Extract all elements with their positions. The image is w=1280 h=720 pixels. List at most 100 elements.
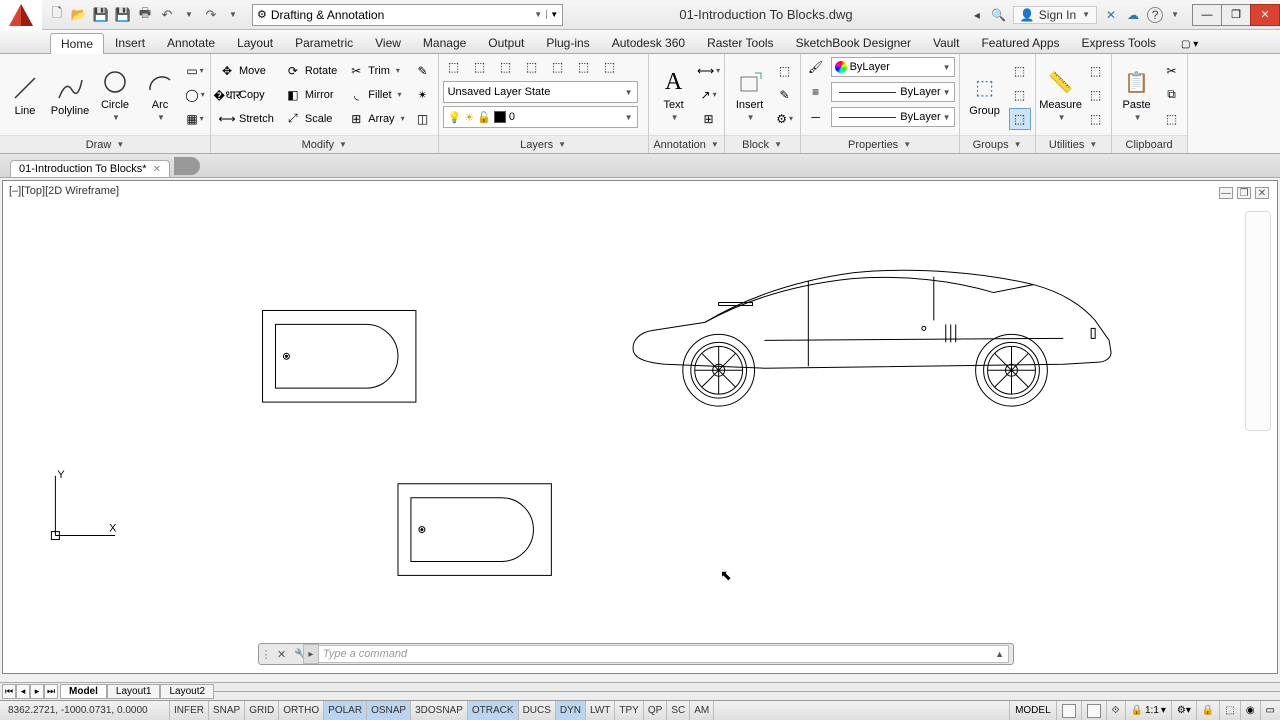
snap-display-button[interactable]: [1081, 701, 1106, 720]
menu-tab-home[interactable]: Home: [50, 33, 104, 54]
stretch-button[interactable]: ⟷Stretch: [215, 108, 278, 130]
layout-tab-model[interactable]: Model: [60, 684, 107, 699]
measure-button[interactable]: 📏Measure▼: [1040, 57, 1082, 133]
dim-linear-button[interactable]: ⟷▾: [698, 60, 720, 82]
scale-button[interactable]: 🔒 1:1 ▾: [1125, 701, 1171, 720]
hatch-button[interactable]: ▦▾: [184, 108, 206, 130]
nav-left-icon[interactable]: ◂: [969, 7, 985, 23]
create-block-button[interactable]: ⬚: [774, 60, 796, 82]
layer-state-dropdown[interactable]: Unsaved Layer State▼: [443, 81, 638, 103]
ribbon-minimize-button[interactable]: ▢ ▾: [1175, 36, 1204, 53]
table-button[interactable]: ⊞: [698, 108, 720, 130]
move-button[interactable]: ✥Move: [215, 60, 278, 82]
group-edit-button[interactable]: ⬚: [1009, 84, 1031, 106]
layout-tab-layout1[interactable]: Layout1: [107, 684, 161, 699]
layout-prev-icon[interactable]: ◂: [16, 684, 30, 699]
exchange-icon[interactable]: ✕: [1103, 7, 1119, 23]
toggle-3dosnap[interactable]: 3DOSNAP: [411, 701, 468, 720]
trim-button[interactable]: ✂Trim▾: [344, 60, 408, 82]
text-button[interactable]: AText▼: [653, 57, 695, 133]
layer-match-button[interactable]: ⬚: [599, 56, 621, 78]
fillet-button[interactable]: ◟Fillet▾: [344, 84, 408, 106]
color-dropdown[interactable]: ByLayer▼: [831, 57, 955, 77]
cmd-history-icon[interactable]: ▲: [995, 649, 1004, 659]
panel-block-title[interactable]: Block▼: [725, 135, 800, 153]
match-button[interactable]: ⬚: [1161, 108, 1183, 130]
insert-button[interactable]: Insert▼: [729, 57, 771, 133]
menu-tab-vault[interactable]: Vault: [922, 32, 970, 53]
redo-dd-icon[interactable]: ▼: [224, 6, 242, 24]
menu-tab-express-tools[interactable]: Express Tools: [1071, 32, 1167, 53]
open-icon[interactable]: 📂: [70, 6, 88, 24]
panel-utilities-title[interactable]: Utilities▼: [1036, 135, 1111, 153]
workspace-switch-button[interactable]: ⚙▾: [1171, 701, 1196, 720]
quick-select-button[interactable]: ⬚: [1085, 84, 1107, 106]
toggle-osnap[interactable]: OSNAP: [367, 701, 411, 720]
saveas-icon[interactable]: 💾: [114, 6, 132, 24]
hardware-accel-button[interactable]: ⬚: [1219, 701, 1239, 720]
toggle-sc[interactable]: SC: [667, 701, 690, 720]
new-tab-button[interactable]: [174, 157, 200, 175]
panel-annotation-title[interactable]: Annotation▼: [649, 135, 724, 153]
layer-off-button[interactable]: ⬚: [547, 56, 569, 78]
leader-button[interactable]: ↗▾: [698, 84, 720, 106]
menu-tab-view[interactable]: View: [364, 32, 412, 53]
isolate-button[interactable]: ◉: [1240, 701, 1260, 720]
search-icon[interactable]: 🔍: [991, 7, 1007, 23]
new-icon[interactable]: 🗋: [48, 6, 66, 24]
undo-dd-icon[interactable]: ▼: [180, 6, 198, 24]
toggle-snap[interactable]: SNAP: [209, 701, 245, 720]
document-tab[interactable]: 01-Introduction To Blocks* ✕: [10, 160, 170, 177]
toggle-grid[interactable]: GRID: [245, 701, 279, 720]
panel-layers-title[interactable]: Layers▼: [439, 135, 648, 153]
panel-draw-title[interactable]: Draw▼: [0, 135, 210, 153]
command-line[interactable]: ⋮ ✕ 🔧 Type a command ▲: [258, 643, 1014, 665]
layer-lock-button[interactable]: ⬚: [573, 56, 595, 78]
polyline-button[interactable]: Polyline: [49, 57, 91, 133]
layer-current-dropdown[interactable]: 💡 ☀ 🔓 0 ▼: [443, 106, 638, 128]
group-bbox-button[interactable]: ⬚: [1009, 108, 1031, 130]
rotate-button[interactable]: ⟳Rotate: [281, 60, 341, 82]
plot-icon[interactable]: 🖶: [136, 6, 154, 24]
layout-last-icon[interactable]: ⏭: [44, 684, 58, 699]
redo-icon[interactable]: ↷: [202, 6, 220, 24]
cmd-close-icon[interactable]: ✕: [273, 648, 290, 661]
ellipse-button[interactable]: ◯▾: [184, 84, 206, 106]
workspace-flyout-icon[interactable]: ▼: [546, 10, 558, 19]
line-button[interactable]: Line: [4, 57, 46, 133]
scale-button[interactable]: ⤢Scale: [281, 108, 341, 130]
layer-freeze-button[interactable]: ⬚: [521, 56, 543, 78]
block-attr-button[interactable]: ⚙▾: [774, 108, 796, 130]
offset-button[interactable]: ◫: [412, 108, 434, 130]
close-button[interactable]: ✕: [1250, 4, 1280, 26]
toggle-ortho[interactable]: ORTHO: [279, 701, 324, 720]
edit-block-button[interactable]: ✎: [774, 84, 796, 106]
menu-tab-plug-ins[interactable]: Plug-ins: [535, 32, 600, 53]
menu-tab-featured-apps[interactable]: Featured Apps: [970, 32, 1070, 53]
layer-iso-button[interactable]: ⬚: [495, 56, 517, 78]
calc-button[interactable]: ⬚: [1085, 108, 1107, 130]
copy-button[interactable]: �धारCopy: [215, 84, 278, 106]
circle-button[interactable]: Circle▼: [94, 57, 136, 133]
help-icon[interactable]: ?: [1147, 7, 1163, 23]
toggle-lwt[interactable]: LWT: [586, 701, 615, 720]
menu-tab-autodesk-360[interactable]: Autodesk 360: [601, 32, 696, 53]
lineweight-dropdown[interactable]: ByLayer▼: [831, 82, 955, 102]
menu-tab-parametric[interactable]: Parametric: [284, 32, 364, 53]
layout-first-icon[interactable]: ⏮: [2, 684, 16, 699]
command-input[interactable]: Type a command ▲: [316, 645, 1009, 663]
panel-modify-title[interactable]: Modify▼: [211, 135, 438, 153]
mirror-button[interactable]: ◧Mirror: [281, 84, 341, 106]
layer-prop-button[interactable]: ⬚: [443, 56, 465, 78]
menu-tab-layout[interactable]: Layout: [226, 32, 284, 53]
panel-properties-title[interactable]: Properties▼: [801, 135, 959, 153]
workspace-dropdown[interactable]: ⚙ Drafting & Annotation ▼ ▼: [252, 4, 563, 26]
close-tab-icon[interactable]: ✕: [153, 164, 161, 175]
help-dd-icon[interactable]: ▼: [1171, 10, 1179, 19]
toggle-polar[interactable]: POLAR: [324, 701, 367, 720]
explode-button[interactable]: ✴: [412, 84, 434, 106]
arc-button[interactable]: Arc▼: [139, 57, 181, 133]
maximize-button[interactable]: ❐: [1221, 4, 1251, 26]
array-button[interactable]: ⊞Array▾: [344, 108, 408, 130]
drawing-canvas[interactable]: [–][Top][2D Wireframe] — ❐ ✕ Y X: [2, 180, 1278, 674]
